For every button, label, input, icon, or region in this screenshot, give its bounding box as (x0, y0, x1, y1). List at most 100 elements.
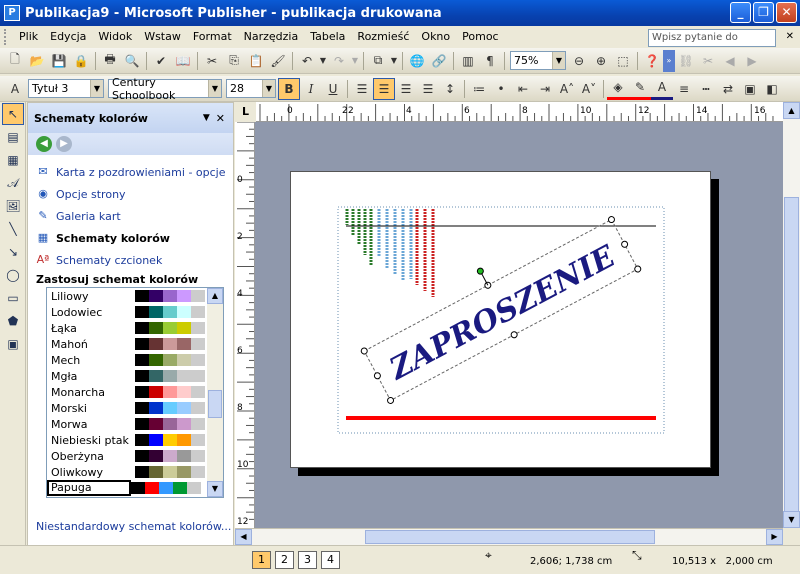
ruler-corner[interactable]: L (235, 102, 256, 122)
menu-grip[interactable] (4, 29, 7, 45)
menu-rozmiesc[interactable]: Rozmieść (351, 27, 415, 47)
back-icon[interactable]: ◀ (36, 136, 52, 152)
page-1-button[interactable]: 1 (252, 551, 271, 569)
font-select[interactable]: Century Schoolbook ▼ (108, 76, 222, 102)
link-color-schemes[interactable]: ▦ Schematy kolorów (28, 227, 233, 249)
hyperlink-icon[interactable]: 🌐 (406, 50, 428, 72)
styles-icon[interactable]: A (4, 78, 26, 100)
page-3-button[interactable]: 3 (298, 551, 317, 569)
pane-close-icon[interactable]: ✕ (216, 112, 225, 125)
resize-handle[interactable] (607, 215, 615, 224)
scroll-thumb[interactable] (365, 530, 655, 544)
next-frame-icon[interactable]: ▶ (741, 50, 763, 72)
pilcrow-icon[interactable]: ¶ (479, 50, 501, 72)
grow-font-icon[interactable]: A˄ (556, 78, 578, 100)
break-link-icon[interactable]: ✂ (697, 50, 719, 72)
arrow-style-icon[interactable]: ⇄ (717, 78, 739, 100)
rectangle-icon[interactable]: ▭ (2, 287, 24, 309)
undo-icon[interactable]: ↶ (296, 50, 318, 72)
format-painter-icon[interactable]: 🖌 (267, 50, 289, 72)
minimize-button[interactable]: _ (730, 2, 751, 23)
publication-page[interactable]: ZAPROSZENIE (290, 171, 711, 468)
fill-color-icon[interactable]: ◈ (607, 78, 629, 100)
new-icon[interactable]: 🗋 (4, 50, 26, 72)
text-box-icon[interactable]: ▤ (2, 126, 24, 148)
resize-handle[interactable] (373, 372, 381, 380)
link-font-schemes[interactable]: Aª Schematy czcionek (28, 249, 233, 271)
picture-icon[interactable]: 🖼 (2, 195, 24, 217)
line-style-icon[interactable]: ≡ (673, 78, 695, 100)
undo-dropdown-icon[interactable]: ▼ (318, 50, 328, 72)
menu-okno[interactable]: Okno (415, 27, 456, 47)
numbering-icon[interactable]: ≔ (468, 78, 490, 100)
open-icon[interactable]: 📂 (26, 50, 48, 72)
scroll-right-icon[interactable]: ▶ (766, 529, 783, 545)
resize-handle[interactable] (360, 347, 368, 355)
link-card-options[interactable]: ✉ Karta z pozdrowieniami - opcje (28, 161, 233, 183)
chevron-down-icon[interactable]: ▼ (208, 80, 221, 97)
shadow-icon[interactable]: ▣ (739, 78, 761, 100)
table-icon[interactable]: ▦ (2, 149, 24, 171)
menu-widok[interactable]: Widok (92, 27, 138, 47)
cut-icon[interactable]: ✂ (201, 50, 223, 72)
rotate-handle[interactable] (476, 267, 484, 275)
wordart-icon[interactable]: 𝒜 (2, 172, 24, 194)
menu-edycja[interactable]: Edycja (44, 27, 92, 47)
page-2-button[interactable]: 2 (275, 551, 294, 569)
3d-icon[interactable]: ◧ (761, 78, 783, 100)
custom-scheme-link[interactable]: Niestandardowy schemat kolorów... (36, 520, 231, 533)
resize-handle[interactable] (621, 240, 629, 248)
forward-icon[interactable]: ▶ (56, 136, 72, 152)
maximize-button[interactable]: ❐ (753, 2, 774, 23)
list-scrollbar[interactable]: ▲ ▼ (207, 288, 223, 497)
page-4-button[interactable]: 4 (321, 551, 340, 569)
scheme-row[interactable]: Niebieski ptak (47, 432, 223, 448)
publisher-app-icon[interactable]: P (4, 5, 20, 21)
close-button[interactable]: ✕ (776, 2, 797, 23)
color-scheme-list[interactable]: Liliowy Lodowiec Łąka Mahoń Mech Mgła Monarcha… (46, 287, 224, 498)
paste-icon[interactable]: 📋 (245, 50, 267, 72)
redo-dropdown-icon[interactable]: ▼ (350, 50, 360, 72)
dash-style-icon[interactable]: ┅ (695, 78, 717, 100)
align-center-icon[interactable]: ☰ (373, 77, 395, 100)
print-icon[interactable]: 🖶 (99, 50, 121, 72)
oval-icon[interactable]: ◯ (2, 264, 24, 286)
redo-icon[interactable]: ↷ (328, 50, 350, 72)
scheme-row[interactable]: Mgła (47, 368, 223, 384)
italic-button[interactable]: I (300, 78, 322, 100)
scheme-row[interactable]: Mech (47, 352, 223, 368)
menu-format[interactable]: Format (187, 27, 238, 47)
research-icon[interactable]: 📖 (172, 50, 194, 72)
increase-indent-icon[interactable]: ⇥ (534, 78, 556, 100)
scroll-down-icon[interactable]: ▼ (207, 481, 223, 497)
menu-pomoc[interactable]: Pomoc (456, 27, 504, 47)
scheme-row[interactable]: Morski (47, 400, 223, 416)
toolbar-options-icon[interactable]: » (663, 49, 675, 72)
bring-forward-icon[interactable]: ⧉ (367, 50, 389, 72)
chevron-down-icon[interactable]: ▼ (90, 80, 103, 97)
style-select[interactable]: Tytuł 3 ▼ (28, 79, 104, 98)
resize-handle[interactable] (634, 265, 642, 273)
font-size-select[interactable]: 28 ▼ (226, 79, 276, 98)
scroll-down-icon[interactable]: ▼ (783, 511, 800, 528)
line-spacing-icon[interactable]: ↕ (439, 78, 461, 100)
zoom-out-icon[interactable]: ⊖ (568, 50, 590, 72)
zoom-select[interactable]: 75% ▼ (510, 51, 566, 70)
underline-button[interactable]: U (322, 78, 344, 100)
justify-icon[interactable]: ☰ (417, 78, 439, 100)
close-doc-icon[interactable]: ✕ (786, 31, 794, 42)
spelling-icon[interactable]: ✔ (150, 50, 172, 72)
scroll-left-icon[interactable]: ◀ (235, 529, 252, 545)
resize-handle[interactable] (510, 331, 518, 339)
scheme-row[interactable]: Lodowiec (47, 304, 223, 320)
print-preview-icon[interactable]: 🔍 (121, 50, 143, 72)
copy-icon[interactable]: ⎘ (223, 50, 245, 72)
bold-button[interactable]: B (278, 77, 300, 100)
scheme-row[interactable]: Morwa (47, 416, 223, 432)
menu-wstaw[interactable]: Wstaw (138, 27, 187, 47)
scroll-up-icon[interactable]: ▲ (783, 102, 800, 119)
vertical-ruler[interactable]: 0 2 4 6 8 10 12 (235, 121, 255, 528)
shrink-font-icon[interactable]: A˅ (578, 78, 600, 100)
web-icon[interactable]: 🔗 (428, 50, 450, 72)
scheme-row[interactable]: Mahoń (47, 336, 223, 352)
